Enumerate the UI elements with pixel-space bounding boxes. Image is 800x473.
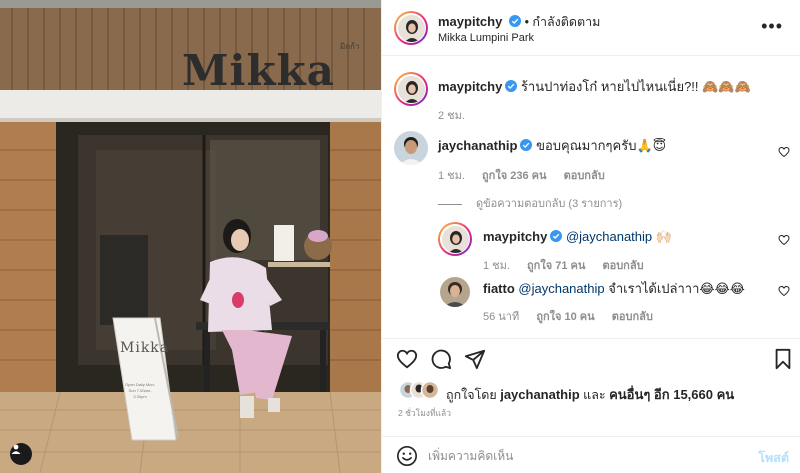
- reply: fiatto @jaychanathip จำเราได้เปล่าาา😂😂😂: [483, 280, 745, 297]
- reply-likes-count[interactable]: ถูกใจ 71 คน: [527, 260, 585, 272]
- likes-others-link[interactable]: คนอื่นๆ อีก 15,660 คน: [609, 387, 734, 402]
- comment-icon[interactable]: [430, 348, 452, 370]
- comment-meta: 1 ชม. ถูกใจ 236 คน ตอบกลับ: [438, 166, 619, 184]
- a-frame-sign-hours: Open Daily Mon-Sun 7.00am-3.30pm: [125, 382, 156, 399]
- avatar-portrait-icon: [397, 14, 425, 42]
- comment-likes-count[interactable]: ถูกใจ 236 คน: [482, 170, 546, 182]
- caption-username[interactable]: maypitchy: [438, 79, 502, 94]
- caption: maypitchy ร้านปาท่องโก๋ หายไปไหนเนี่ย?!!…: [438, 78, 751, 95]
- user-tag-icon: [11, 444, 21, 454]
- reply-likes-count[interactable]: ถูกใจ 10 คน: [536, 311, 594, 323]
- reply-button[interactable]: ตอบกลับ: [564, 170, 605, 182]
- header-user-line: maypitchy • กำลังติดตาม: [438, 12, 600, 32]
- reply-username[interactable]: maypitchy: [483, 229, 547, 244]
- post-comment-button[interactable]: โพสต์: [758, 448, 789, 468]
- author-avatar[interactable]: [394, 11, 428, 45]
- verified-badge-icon: [505, 80, 518, 92]
- reply-mention-link[interactable]: @jaychanathip: [566, 229, 652, 244]
- tagged-users-button[interactable]: [10, 443, 32, 465]
- bookmark-icon[interactable]: [772, 348, 794, 370]
- comment-input[interactable]: [428, 446, 728, 466]
- comment: jaychanathip ขอบคุณมากๆครับ🙏😇: [438, 137, 666, 154]
- caption-time: 2 ชม.: [438, 110, 465, 122]
- reply-text: จำเราได้เปล่าาา😂😂😂: [604, 281, 745, 296]
- likes-user-link[interactable]: jaychanathip: [500, 387, 579, 402]
- post-header: maypitchy • กำลังติดตาม Mikka Lumpini Pa…: [382, 0, 800, 56]
- emoji-icon[interactable]: [396, 445, 418, 467]
- avatar-portrait-icon: [394, 131, 428, 165]
- post-time-ago[interactable]: 2 ชั่วโมงที่แล้ว: [398, 406, 451, 420]
- likes-middle: และ: [579, 388, 610, 402]
- reply-text: 🙌🏻: [652, 229, 672, 244]
- likes-summary: ถูกใจโดย jaychanathip และ คนอื่นๆ อีก 15…: [398, 380, 734, 402]
- shop-sign-subtext: มิกก้า: [340, 42, 360, 51]
- likes-text: ถูกใจโดย jaychanathip และ คนอื่นๆ อีก 15…: [446, 384, 734, 405]
- comment-text: ขอบคุณมากๆครับ🙏😇: [536, 138, 667, 153]
- reply-author-avatar[interactable]: [440, 277, 470, 307]
- reply-time: 1 ชม.: [483, 260, 510, 272]
- comment-username[interactable]: jaychanathip: [438, 138, 517, 153]
- avatar-portrait-icon: [440, 277, 470, 307]
- avatar-portrait-icon: [441, 225, 469, 253]
- author-username[interactable]: maypitchy: [438, 14, 502, 29]
- comment-like-heart-icon[interactable]: [778, 146, 790, 158]
- reply-button[interactable]: ตอบกลับ: [612, 311, 653, 323]
- a-frame-sign-text: Mikka: [120, 340, 170, 356]
- shop-sign-text: Mikka: [182, 46, 335, 95]
- reply-username[interactable]: fiatto: [483, 281, 515, 296]
- reply-meta: 1 ชม. ถูกใจ 71 คน ตอบกลับ: [483, 256, 658, 274]
- reply-like-heart-icon[interactable]: [778, 285, 790, 297]
- verified-badge-icon: [508, 15, 521, 27]
- post-action-bar: [382, 338, 800, 378]
- reply-time: 56 นาที: [483, 311, 520, 323]
- post-detail-panel: maypitchy • กำลังติดตาม Mikka Lumpini Pa…: [381, 0, 800, 473]
- caption-text: ร้านปาท่องโก๋ หายไปไหนเนี่ย?!! 🙈🙈🙈: [520, 79, 751, 94]
- add-comment-bar: โพสต์: [382, 436, 800, 473]
- post-location[interactable]: Mikka Lumpini Park: [438, 32, 534, 44]
- following-status[interactable]: • กำลังติดตาม: [525, 15, 601, 29]
- reply-like-heart-icon[interactable]: [778, 234, 790, 246]
- liker-avatars: [398, 380, 440, 400]
- verified-badge-icon: [550, 230, 563, 242]
- post-photo: Mikka มิกก้า Mikka Open Daily Mon-Sun 7.…: [0, 0, 381, 473]
- comment-time: 1 ชม.: [438, 170, 465, 182]
- share-icon[interactable]: [464, 348, 486, 370]
- reply-meta: 56 นาที ถูกใจ 10 คน ตอบกลับ: [483, 307, 667, 325]
- likes-prefix: ถูกใจโดย: [446, 388, 501, 402]
- caption-author-avatar[interactable]: [394, 72, 428, 106]
- heart-icon[interactable]: [396, 348, 418, 370]
- caption-meta: 2 ชม.: [438, 106, 479, 124]
- commenter-avatar[interactable]: [394, 131, 428, 165]
- view-replies-button[interactable]: ดูข้อความตอบกลับ (3 รายการ): [438, 194, 622, 212]
- reply-mention-link[interactable]: @jaychanathip: [518, 281, 604, 296]
- more-options-button[interactable]: •••: [761, 16, 783, 37]
- verified-badge-icon: [520, 139, 533, 151]
- reply-author-avatar[interactable]: [438, 222, 472, 256]
- reply-button[interactable]: ตอบกลับ: [602, 260, 643, 272]
- reply: maypitchy @jaychanathip 🙌🏻: [483, 228, 672, 245]
- avatar-portrait-icon: [397, 75, 425, 103]
